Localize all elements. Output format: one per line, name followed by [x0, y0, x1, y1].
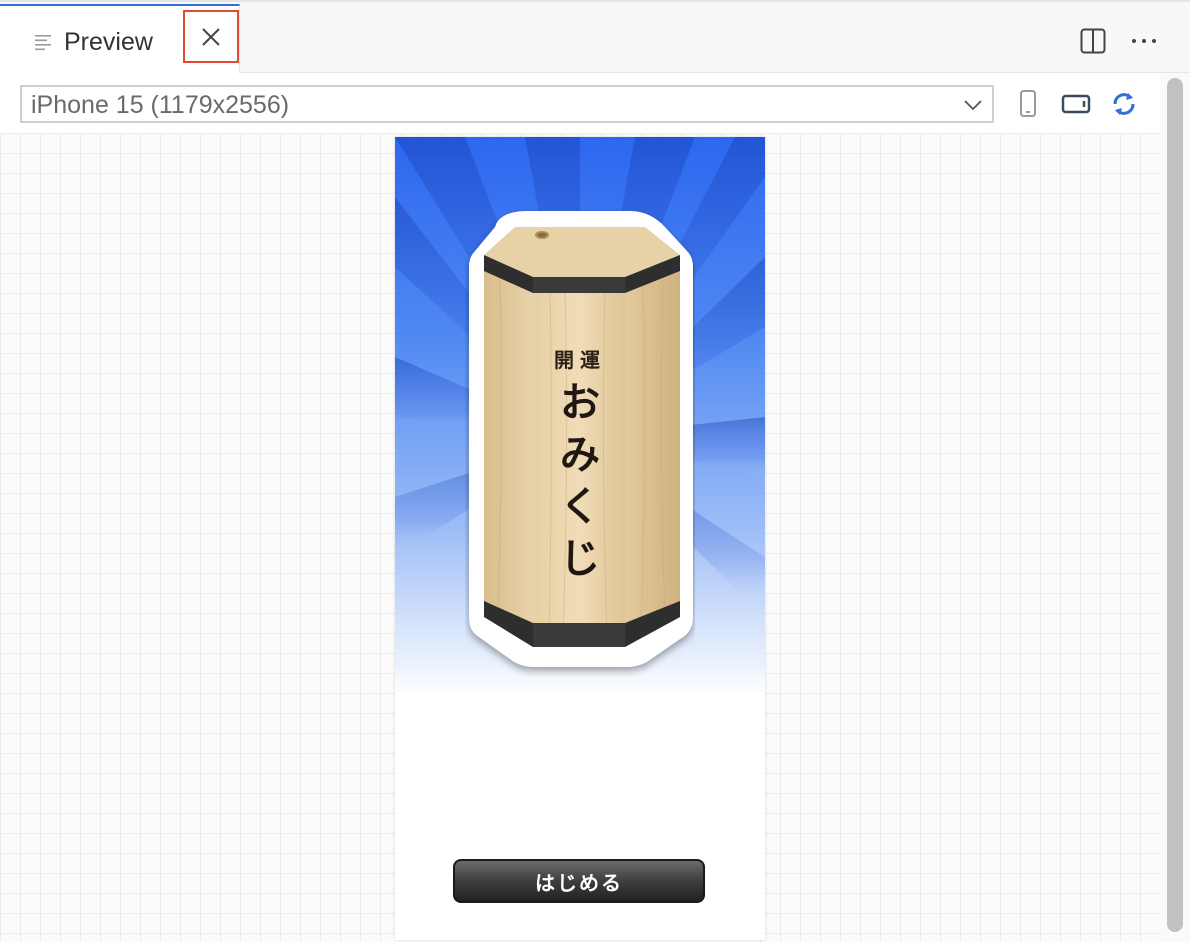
- box-label-top: 開運: [554, 348, 606, 372]
- device-select[interactable]: iPhone 15 (1179x2556): [20, 85, 994, 123]
- box-label-char: み: [560, 431, 600, 478]
- rotate-icon: [1113, 93, 1135, 115]
- tab-close-button[interactable]: [183, 10, 239, 63]
- tab-label: Preview: [64, 28, 153, 56]
- box-label-char: く: [560, 483, 600, 530]
- split-editor-icon[interactable]: [1080, 28, 1106, 54]
- box-label-main: お み く じ: [555, 377, 605, 585]
- device-select-value: iPhone 15 (1179x2556): [31, 91, 290, 119]
- editor-tab-bar: Preview: [0, 0, 1190, 74]
- phone-landscape-icon: [1061, 94, 1091, 114]
- portrait-button[interactable]: [1013, 89, 1043, 119]
- box-label-char: じ: [560, 535, 600, 582]
- landscape-button[interactable]: [1061, 89, 1091, 119]
- phone-screen: 開運 お み く じ はじめる: [395, 137, 765, 940]
- chevron-down-icon: [964, 100, 982, 111]
- preview-toolbar: iPhone 15 (1179x2556): [0, 73, 1160, 133]
- start-button[interactable]: はじめる: [453, 859, 705, 903]
- scrollbar-thumb[interactable]: [1167, 78, 1183, 932]
- more-actions-icon[interactable]: [1128, 28, 1160, 54]
- preview-lines-icon: [35, 35, 51, 51]
- close-icon: [202, 27, 220, 46]
- phone-portrait-icon: [1020, 90, 1036, 117]
- box-label-char: お: [560, 379, 600, 426]
- rotate-button[interactable]: [1109, 89, 1139, 119]
